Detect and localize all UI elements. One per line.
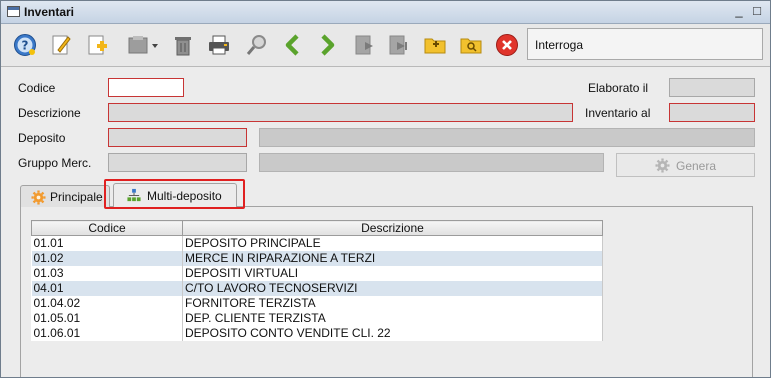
cell-descrizione: DEPOSITO CONTO VENDITE CLI. 22 xyxy=(182,326,603,341)
tab-principale-label: Principale xyxy=(50,190,103,204)
table-row[interactable]: 01.06.01 DEPOSITO CONTO VENDITE CLI. 22 xyxy=(31,326,603,341)
export-icon[interactable] xyxy=(353,33,377,57)
help-icon[interactable]: ? xyxy=(13,33,37,57)
genera-button[interactable]: Genera xyxy=(616,153,755,177)
genera-label: Genera xyxy=(676,159,717,173)
cell-descrizione: DEPOSITI VIRTUALI xyxy=(182,266,603,281)
cell-codice: 01.01 xyxy=(31,235,183,251)
svg-text:?: ? xyxy=(22,39,29,53)
column-header-codice[interactable]: Codice xyxy=(31,220,183,236)
codice-input[interactable] xyxy=(108,78,184,97)
maximize-button[interactable]: □ xyxy=(749,3,765,19)
descrizione-input[interactable] xyxy=(108,103,573,122)
inventario-input[interactable] xyxy=(669,103,755,122)
arrow-right-icon[interactable] xyxy=(315,33,339,57)
gruppo-merc-input[interactable] xyxy=(108,153,247,172)
table-row[interactable]: 01.04.02 FORNITORE TERZISTA xyxy=(31,296,603,311)
deposito-description-field xyxy=(259,128,755,147)
deposito-label: Deposito xyxy=(18,131,66,145)
cell-descrizione: FORNITORE TERZISTA xyxy=(182,296,603,311)
command-label: Interroga xyxy=(535,38,584,52)
inventari-window: Inventari _ □ ? Interroga Codice Elabora… xyxy=(0,0,771,378)
toolbar: ? Interroga xyxy=(1,24,770,67)
gruppo-merc-label: Gruppo Merc. xyxy=(18,156,92,170)
multi-deposito-table: Codice Descrizione 01.01 DEPOSITO PRINCI… xyxy=(31,220,603,341)
close-red-icon[interactable] xyxy=(495,33,519,57)
cell-codice: 01.05.01 xyxy=(31,311,183,326)
elaborato-input[interactable] xyxy=(669,78,755,97)
column-header-descrizione[interactable]: Descrizione xyxy=(182,220,603,236)
window-title: Inventari xyxy=(24,5,75,19)
new-document-icon[interactable] xyxy=(85,33,109,57)
table-row[interactable]: 01.05.01 DEP. CLIENTE TERZISTA xyxy=(31,311,603,326)
cell-codice: 01.02 xyxy=(31,251,183,266)
elaborato-label: Elaborato il xyxy=(588,81,649,95)
gear-orange-icon xyxy=(31,190,46,208)
search-magnifier-icon[interactable] xyxy=(245,33,269,57)
window-icon xyxy=(7,6,20,17)
cell-codice: 01.03 xyxy=(31,266,183,281)
edit-icon[interactable] xyxy=(49,33,73,57)
export-next-icon[interactable] xyxy=(387,33,411,57)
gear-icon xyxy=(655,158,670,173)
cell-descrizione: C/TO LAVORO TECNOSERVIZI xyxy=(182,281,603,296)
arrow-left-icon[interactable] xyxy=(281,33,305,57)
cell-codice: 01.04.02 xyxy=(31,296,183,311)
deposito-input[interactable] xyxy=(108,128,247,147)
cell-descrizione: MERCE IN RIPARAZIONE A TERZI xyxy=(182,251,603,266)
descrizione-label: Descrizione xyxy=(18,106,81,120)
table-row[interactable]: 04.01 C/TO LAVORO TECNOSERVIZI xyxy=(31,281,603,296)
trash-icon[interactable] xyxy=(171,33,195,57)
codice-label: Codice xyxy=(18,81,56,95)
highlight-box xyxy=(104,179,245,209)
folder-search-icon[interactable] xyxy=(459,33,483,57)
cell-descrizione: DEPOSITO PRINCIPALE xyxy=(182,235,603,251)
table-row[interactable]: 01.02 MERCE IN RIPARAZIONE A TERZI xyxy=(31,251,603,266)
cell-codice: 04.01 xyxy=(31,281,183,296)
tab-principale[interactable]: Principale xyxy=(20,185,110,207)
folder-add-icon[interactable] xyxy=(423,33,447,57)
cell-descrizione: DEP. CLIENTE TERZISTA xyxy=(182,311,603,326)
minimize-button[interactable]: _ xyxy=(731,3,747,19)
command-field[interactable]: Interroga xyxy=(527,28,763,60)
template-dropdown-icon[interactable] xyxy=(127,33,161,57)
inventario-label: Inventario al xyxy=(585,106,651,120)
table-row[interactable]: 01.01 DEPOSITO PRINCIPALE xyxy=(31,235,603,251)
table-header-row: Codice Descrizione xyxy=(31,220,603,236)
printer-icon[interactable] xyxy=(207,33,231,57)
cell-codice: 01.06.01 xyxy=(31,326,183,341)
gruppo-merc-description-field xyxy=(259,153,604,172)
title-bar: Inventari _ □ xyxy=(1,1,770,24)
table-row[interactable]: 01.03 DEPOSITI VIRTUALI xyxy=(31,266,603,281)
